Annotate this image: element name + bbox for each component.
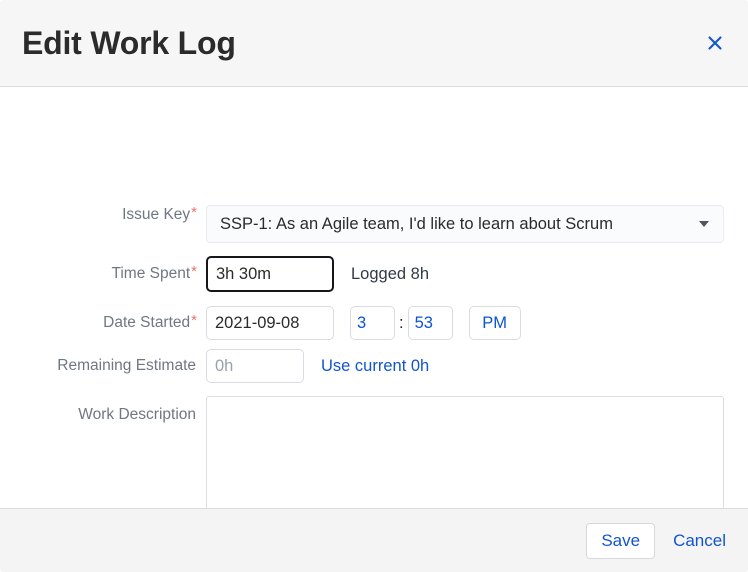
hour-input[interactable] xyxy=(350,306,395,340)
remaining-estimate-label-text: Remaining Estimate xyxy=(57,357,196,374)
logged-time-note: Logged 8h xyxy=(351,265,429,284)
close-button[interactable] xyxy=(702,30,728,56)
cancel-button[interactable]: Cancel xyxy=(673,531,726,551)
required-marker: * xyxy=(191,312,197,329)
time-spent-label-text: Time Spent xyxy=(111,265,190,282)
remaining-estimate-control: Use current 0h xyxy=(206,349,429,383)
time-separator: : xyxy=(399,306,404,340)
work-description-label: Work Description xyxy=(0,396,196,425)
page-title: Edit Work Log xyxy=(22,22,236,64)
chevron-down-icon xyxy=(699,221,709,227)
date-started-label-text: Date Started xyxy=(103,314,190,331)
issue-key-selected-value: SSP-1: As an Agile team, I'd like to lea… xyxy=(207,215,613,234)
dialog-body: Issue Key* SSP-1: As an Agile team, I'd … xyxy=(0,87,748,508)
required-marker: * xyxy=(191,204,197,221)
date-started-label: Date Started* xyxy=(0,306,196,333)
meridiem-input[interactable] xyxy=(469,306,521,340)
close-icon xyxy=(705,33,725,53)
form-row-time-spent: Time Spent* Logged 8h xyxy=(0,256,748,292)
time-spent-control: Logged 8h xyxy=(206,256,429,292)
save-button[interactable]: Save xyxy=(586,523,655,559)
issue-key-select[interactable]: SSP-1: As an Agile team, I'd like to lea… xyxy=(206,205,724,243)
use-current-estimate-link[interactable]: Use current 0h xyxy=(321,357,429,376)
form-row-date-started: Date Started* : xyxy=(0,306,748,340)
required-marker: * xyxy=(191,263,197,280)
issue-key-label-text: Issue Key xyxy=(122,206,190,223)
date-started-control: : xyxy=(206,306,521,340)
form-row-remaining-estimate: Remaining Estimate Use current 0h xyxy=(0,349,748,383)
dialog-header: Edit Work Log xyxy=(0,0,748,87)
issue-key-control: SSP-1: As an Agile team, I'd like to lea… xyxy=(206,205,724,243)
date-started-input[interactable] xyxy=(206,306,334,340)
time-spent-label: Time Spent* xyxy=(0,256,196,284)
remaining-estimate-input[interactable] xyxy=(206,349,304,383)
remaining-estimate-label: Remaining Estimate xyxy=(0,349,196,376)
issue-key-label: Issue Key* xyxy=(0,205,196,225)
time-spent-input[interactable] xyxy=(206,256,334,292)
minute-input[interactable] xyxy=(408,306,453,340)
form-row-issue-key: Issue Key* SSP-1: As an Agile team, I'd … xyxy=(0,205,748,243)
work-description-label-text: Work Description xyxy=(78,406,196,423)
edit-work-log-dialog: Edit Work Log Issue Key* SSP-1: As an Ag… xyxy=(0,0,748,572)
dialog-footer: Save Cancel xyxy=(0,508,748,572)
